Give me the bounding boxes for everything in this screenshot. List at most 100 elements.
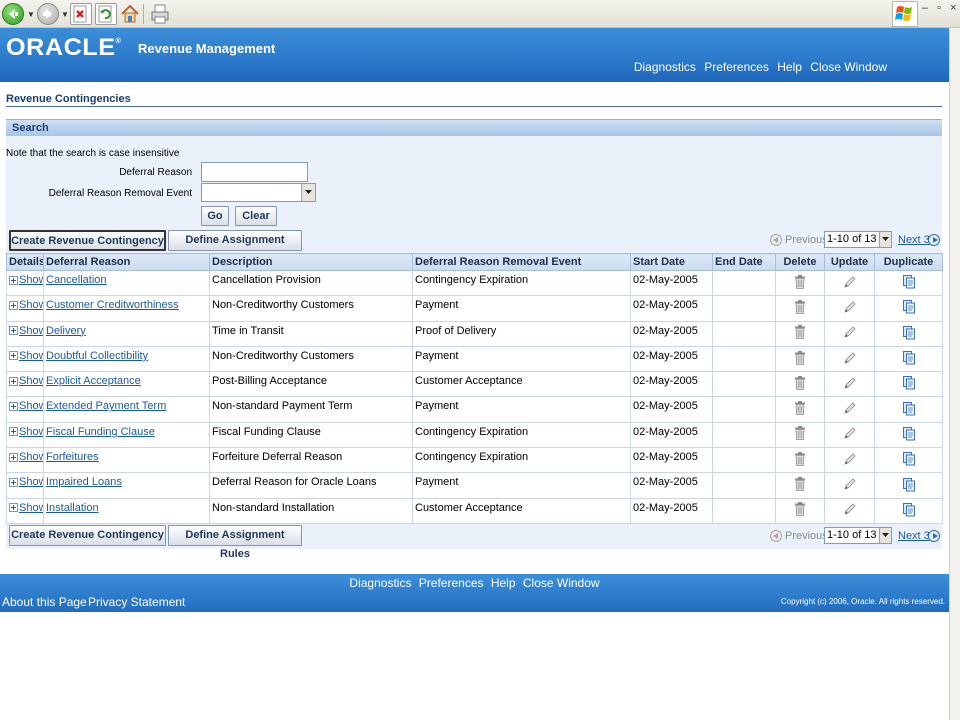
global-nav-help[interactable]: Help — [777, 60, 802, 74]
show-details-link[interactable]: Show — [19, 451, 43, 463]
duplicate-icon[interactable] — [902, 452, 916, 469]
trash-icon[interactable] — [794, 477, 806, 494]
pencil-icon[interactable] — [843, 402, 857, 418]
define-assignment-rules-button[interactable]: Define Assignment Rules — [168, 525, 302, 560]
duplicate-icon[interactable] — [902, 325, 916, 343]
trash-icon[interactable] — [794, 426, 806, 443]
pencil-icon[interactable] — [843, 377, 857, 393]
show-details-link[interactable]: Show — [19, 274, 43, 286]
global-nav-close-window[interactable]: Close Window — [810, 60, 887, 74]
home-icon[interactable] — [119, 3, 141, 25]
show-details-link[interactable]: Show — [19, 325, 43, 337]
column-header[interactable]: Deferral Reason — [43, 253, 210, 271]
deferral-reason-link[interactable]: Customer Creditworthiness — [46, 299, 179, 311]
column-header[interactable]: Description — [209, 253, 413, 271]
about-this-page-link[interactable]: About this Page — [2, 595, 87, 609]
expand-icon[interactable] — [9, 402, 18, 412]
stop-icon[interactable] — [70, 3, 92, 25]
forward-dropdown-icon[interactable]: ▼ — [61, 10, 69, 19]
expand-icon[interactable] — [9, 452, 18, 462]
removal-event-select[interactable] — [201, 183, 316, 202]
vertical-scrollbar[interactable] — [949, 28, 960, 720]
back-arrow-icon[interactable] — [2, 3, 24, 25]
expand-icon[interactable] — [9, 275, 18, 285]
pencil-icon[interactable] — [843, 427, 857, 443]
print-icon[interactable] — [149, 3, 171, 25]
pencil-icon[interactable] — [843, 301, 857, 317]
chevron-down-icon[interactable] — [879, 528, 891, 543]
expand-icon[interactable] — [9, 326, 18, 336]
show-details-link[interactable]: Show — [19, 375, 43, 387]
duplicate-icon[interactable] — [902, 376, 916, 393]
duplicate-icon[interactable] — [902, 300, 916, 317]
duplicate-icon[interactable] — [902, 351, 916, 368]
forward-arrow-icon[interactable] — [37, 3, 59, 25]
chevron-down-icon[interactable] — [879, 232, 891, 247]
footer-nav-diagnostics[interactable]: Diagnostics — [349, 576, 411, 590]
trash-icon[interactable] — [794, 375, 806, 393]
back-dropdown-icon[interactable]: ▼ — [27, 10, 35, 19]
pencil-icon[interactable] — [843, 351, 857, 368]
trash-icon[interactable] — [794, 274, 806, 292]
global-nav-preferences[interactable]: Preferences — [704, 60, 769, 74]
footer-nav-preferences[interactable]: Preferences — [419, 576, 484, 590]
deferral-reason-link[interactable]: Delivery — [46, 325, 86, 337]
show-details-link[interactable]: Show — [19, 502, 43, 514]
deferral-reason-link[interactable]: Extended Payment Term — [46, 400, 166, 412]
clear-button[interactable]: Clear — [235, 206, 277, 226]
deferral-reason-link[interactable]: Explicit Acceptance — [46, 375, 141, 387]
next-link[interactable]: Next 3 — [898, 234, 930, 246]
create-revenue-contingency-button[interactable]: Create Revenue Contingency — [9, 230, 166, 251]
next-arrow-icon[interactable] — [928, 530, 940, 542]
show-details-link[interactable]: Show — [19, 400, 43, 412]
trash-icon[interactable] — [794, 401, 806, 418]
trash-icon[interactable] — [794, 325, 806, 342]
expand-icon[interactable] — [9, 477, 18, 487]
pencil-icon[interactable] — [843, 503, 857, 519]
footer-nav-close-window[interactable]: Close Window — [523, 576, 600, 590]
duplicate-icon[interactable] — [902, 477, 916, 495]
duplicate-icon[interactable] — [902, 275, 916, 292]
define-assignment-rules-button[interactable]: Define Assignment Rules — [168, 230, 302, 265]
deferral-reason-link[interactable]: Forfeitures — [46, 451, 99, 463]
deferral-reason-link[interactable]: Impaired Loans — [46, 476, 122, 488]
expand-icon[interactable] — [9, 300, 18, 310]
go-button[interactable]: Go — [201, 206, 229, 226]
trash-icon[interactable] — [794, 299, 806, 317]
chevron-down-icon[interactable] — [301, 184, 315, 201]
expand-icon[interactable] — [9, 503, 18, 513]
create-revenue-contingency-button[interactable]: Create Revenue Contingency — [9, 525, 166, 546]
expand-icon[interactable] — [9, 351, 18, 361]
pencil-icon[interactable] — [843, 478, 857, 494]
show-details-link[interactable]: Show — [19, 350, 43, 362]
duplicate-icon[interactable] — [902, 401, 916, 419]
range-select[interactable]: 1-10 of 13 — [824, 527, 892, 544]
deferral-reason-link[interactable]: Doubtful Collectibility — [46, 350, 148, 362]
refresh-icon[interactable] — [95, 3, 117, 25]
trash-icon[interactable] — [794, 350, 806, 368]
column-header[interactable]: Deferral Reason Removal Event — [412, 253, 631, 271]
deferral-reason-link[interactable]: Cancellation — [46, 274, 107, 286]
deferral-reason-link[interactable]: Installation — [46, 502, 99, 514]
range-select[interactable]: 1-10 of 13 — [824, 231, 892, 248]
pencil-icon[interactable] — [843, 326, 857, 342]
column-header[interactable]: End Date — [712, 253, 776, 271]
footer-nav-help[interactable]: Help — [491, 576, 516, 590]
expand-icon[interactable] — [9, 376, 18, 386]
show-details-link[interactable]: Show — [19, 426, 43, 438]
duplicate-icon[interactable] — [902, 502, 916, 520]
show-details-link[interactable]: Show — [19, 299, 43, 311]
trash-icon[interactable] — [794, 502, 806, 519]
show-details-link[interactable]: Show — [19, 476, 43, 488]
column-header[interactable]: Start Date — [630, 253, 713, 271]
next-link[interactable]: Next 3 — [898, 530, 930, 542]
next-arrow-icon[interactable] — [928, 234, 940, 246]
global-nav-diagnostics[interactable]: Diagnostics — [634, 60, 696, 74]
window-controls[interactable]: – ▫ × — [922, 2, 960, 14]
pencil-icon[interactable] — [843, 453, 857, 469]
expand-icon[interactable] — [9, 427, 18, 437]
trash-icon[interactable] — [794, 451, 806, 469]
deferral-reason-input[interactable] — [201, 162, 308, 182]
pencil-icon[interactable] — [843, 276, 857, 292]
privacy-statement-link[interactable]: Privacy Statement — [88, 595, 185, 609]
